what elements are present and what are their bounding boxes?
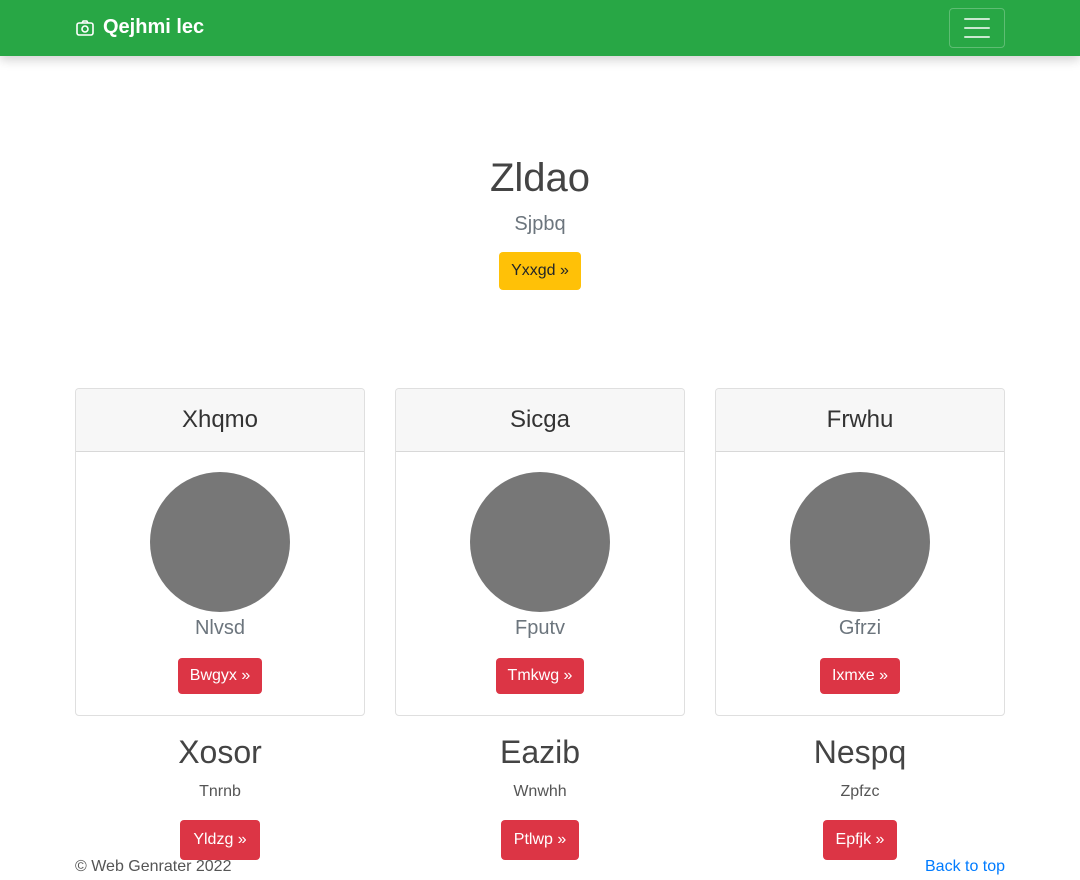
feature-title: Xosor	[178, 734, 262, 770]
card-button[interactable]: Bwgyx »	[177, 658, 263, 694]
hero-button[interactable]: Yxxgd »	[499, 252, 581, 290]
card-body: Fputv Tmkwg »	[396, 452, 684, 694]
hero-lead: Sjpbq	[514, 213, 566, 235]
navbar-toggler-button[interactable]	[949, 8, 1005, 48]
feature-text: Wnwhh	[513, 783, 567, 800]
card-text: Gfrzi	[838, 617, 882, 639]
feature-text: Zpfzc	[840, 783, 880, 800]
card-image-placeholder	[150, 472, 290, 612]
feature-column: Eazib Wnwhh Ptlwp »	[395, 732, 685, 860]
card: Xhqmo Nlvsd Bwgyx »	[75, 388, 365, 716]
navbar: Qejhmi lec	[0, 0, 1080, 56]
card-body: Gfrzi Ixmxe »	[716, 452, 1004, 694]
card-header: Xhqmo	[76, 389, 364, 452]
card-header: Sicga	[396, 389, 684, 452]
feature-title: Nespq	[813, 734, 907, 770]
footer-copyright: © Web Genrater 2022	[75, 858, 232, 875]
feature-text: Tnrnb	[199, 783, 241, 800]
card-image-placeholder	[470, 472, 610, 612]
feature-button[interactable]: Yldzg »	[180, 820, 260, 860]
hamburger-menu-icon	[964, 18, 990, 38]
card-body: Nlvsd Bwgyx »	[76, 452, 364, 694]
card-text: Nlvsd	[194, 617, 245, 639]
feature-column: Nespq Zpfzc Epfjk »	[715, 732, 1005, 860]
brand-text: Qejhmi lec	[103, 16, 205, 38]
card: Sicga Fputv Tmkwg »	[395, 388, 685, 716]
feature-button[interactable]: Ptlwp »	[500, 820, 580, 860]
feature-button[interactable]: Epfjk »	[822, 820, 898, 860]
hero-section: Zldao Sjpbq Yxxgd »	[0, 150, 1080, 290]
card-text: Fputv	[514, 617, 566, 639]
card-button[interactable]: Tmkwg »	[495, 658, 585, 694]
back-to-top-link[interactable]: Back to top	[925, 858, 1005, 876]
card: Frwhu Gfrzi Ixmxe »	[715, 388, 1005, 716]
card-image-placeholder	[790, 472, 930, 612]
card-button[interactable]: Ixmxe »	[819, 658, 900, 694]
feature-column: Xosor Tnrnb Yldzg »	[75, 732, 365, 860]
feature-title: Eazib	[499, 734, 581, 770]
brand-link[interactable]: Qejhmi lec	[75, 16, 204, 39]
camera-icon	[75, 18, 95, 38]
card-header: Frwhu	[716, 389, 1004, 452]
hero-title: Zldao	[489, 156, 591, 200]
